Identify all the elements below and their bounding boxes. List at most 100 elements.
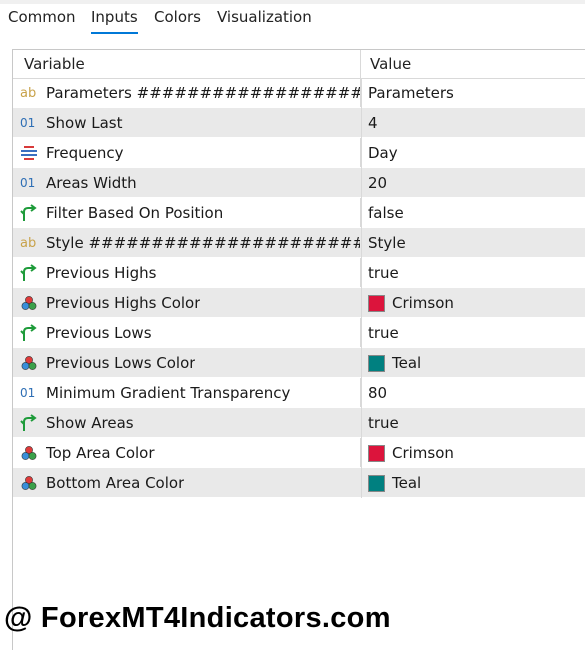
table-header: Variable Value [13, 50, 585, 79]
value-cell-bottom-area-color[interactable]: Teal [361, 468, 585, 498]
color-swatch[interactable] [368, 354, 385, 372]
bool-icon [18, 203, 40, 223]
color-swatch[interactable] [368, 444, 385, 462]
value-cell-areas-width[interactable]: 20 [361, 168, 585, 198]
variable-name: Previous Lows [46, 324, 152, 342]
value-text: false [368, 204, 404, 222]
table-row[interactable]: Filter Based On Position false [13, 198, 585, 228]
value-cell-minimum-gradient-transparency[interactable]: 80 [361, 378, 585, 408]
table-row[interactable]: Previous Highs true [13, 258, 585, 288]
variable-name: Parameters ###################... [46, 84, 360, 102]
color-swatch[interactable] [368, 474, 385, 492]
tab-visualization[interactable]: Visualization [217, 4, 312, 34]
value-text: 4 [368, 114, 378, 132]
color-icon [18, 353, 40, 373]
variable-name: Minimum Gradient Transparency [46, 384, 291, 402]
variable-cell: Frequency [13, 138, 360, 168]
table-row[interactable]: Show Areas true [13, 408, 585, 438]
value-text: Crimson [392, 444, 454, 462]
variable-name: Previous Lows Color [46, 354, 196, 372]
variable-cell: Previous Highs Color [13, 288, 360, 318]
table-row[interactable]: Frequency Day [13, 138, 585, 168]
table-row[interactable]: ab Style ########################... Style [13, 228, 585, 258]
variable-name: Areas Width [46, 174, 137, 192]
variable-name: Show Areas [46, 414, 134, 432]
variable-cell: Top Area Color [13, 438, 360, 468]
value-text: Teal [392, 354, 422, 372]
watermark: @ ForexMT4Indicators.com [4, 602, 391, 634]
svg-text:01: 01 [20, 116, 35, 130]
color-swatch[interactable] [368, 294, 385, 312]
variable-cell: Show Areas [13, 408, 360, 438]
table-row[interactable]: 01 Areas Width 20 [13, 168, 585, 198]
value-cell-filter-based-on-position[interactable]: false [361, 198, 585, 228]
value-text: true [368, 324, 399, 342]
header-variable[interactable]: Variable [24, 50, 85, 78]
variable-cell: 01 Minimum Gradient Transparency [13, 378, 360, 408]
value-text: Crimson [392, 294, 454, 312]
table-row[interactable]: Previous Lows true [13, 318, 585, 348]
integer-icon: 01 [18, 173, 40, 193]
color-icon [18, 473, 40, 493]
value-cell-top-area-color[interactable]: Crimson [361, 438, 585, 468]
variable-name: Top Area Color [46, 444, 155, 462]
value-cell-previous-lows-color[interactable]: Teal [361, 348, 585, 378]
value-cell-show-last[interactable]: 4 [361, 108, 585, 138]
value-cell-frequency[interactable]: Day [361, 138, 585, 168]
value-text: 80 [368, 384, 388, 402]
color-icon [18, 443, 40, 463]
variable-cell: ab Parameters ###################... [13, 78, 360, 108]
value-text: Style [368, 234, 406, 252]
value-text: true [368, 264, 399, 282]
value-cell-parameters[interactable]: Parameters [361, 78, 585, 108]
table-row[interactable]: ab Parameters ###################... Param… [13, 78, 585, 108]
ab-string-icon: ab [18, 233, 40, 253]
value-text: Parameters [368, 84, 454, 102]
value-text: 20 [368, 174, 388, 192]
value-cell-previous-lows[interactable]: true [361, 318, 585, 348]
table-row[interactable]: 01 Show Last 4 [13, 108, 585, 138]
variable-name: Style ########################... [46, 234, 360, 252]
variable-name: Show Last [46, 114, 123, 132]
variable-cell: Filter Based On Position [13, 198, 360, 228]
variable-name: Frequency [46, 144, 124, 162]
variable-cell: Previous Lows [13, 318, 360, 348]
table-row[interactable]: Previous Lows Color Teal [13, 348, 585, 378]
variable-name: Previous Highs Color [46, 294, 201, 312]
value-text: Teal [392, 474, 422, 492]
variable-cell: Previous Lows Color [13, 348, 360, 378]
svg-text:ab: ab [20, 86, 36, 101]
table-row[interactable]: 01 Minimum Gradient Transparency 80 [13, 378, 585, 408]
tab-inputs[interactable]: Inputs [91, 4, 138, 34]
variable-cell: 01 Show Last [13, 108, 360, 138]
integer-icon: 01 [18, 383, 40, 403]
value-cell-previous-highs-color[interactable]: Crimson [361, 288, 585, 318]
variable-name: Filter Based On Position [46, 204, 224, 222]
bool-icon [18, 263, 40, 283]
value-cell-style[interactable]: Style [361, 228, 585, 258]
svg-text:01: 01 [20, 176, 35, 190]
tab-colors[interactable]: Colors [154, 4, 201, 34]
tab-bar: Common Inputs Colors Visualization [0, 4, 585, 36]
table-row[interactable]: Top Area Color Crimson [13, 438, 585, 468]
table-row[interactable]: Previous Highs Color Crimson [13, 288, 585, 318]
value-cell-previous-highs[interactable]: true [361, 258, 585, 288]
tab-common[interactable]: Common [8, 4, 76, 34]
ab-string-icon: ab [18, 83, 40, 103]
color-icon [18, 293, 40, 313]
variable-cell: Previous Highs [13, 258, 360, 288]
value-cell-show-areas[interactable]: true [361, 408, 585, 438]
value-text: true [368, 414, 399, 432]
enum-icon [18, 143, 40, 163]
variable-cell: ab Style ########################... [13, 228, 360, 258]
variable-cell: Bottom Area Color [13, 468, 360, 498]
table-row[interactable]: Bottom Area Color Teal [13, 468, 585, 498]
variable-cell: 01 Areas Width [13, 168, 360, 198]
table-body: ab Parameters ###################... Param… [13, 78, 585, 498]
svg-text:ab: ab [20, 236, 36, 251]
variable-name: Bottom Area Color [46, 474, 185, 492]
inputs-table: Variable Value ab Parameters ############… [12, 49, 585, 650]
header-value[interactable]: Value [370, 50, 411, 78]
bool-icon [18, 413, 40, 433]
bool-icon [18, 323, 40, 343]
